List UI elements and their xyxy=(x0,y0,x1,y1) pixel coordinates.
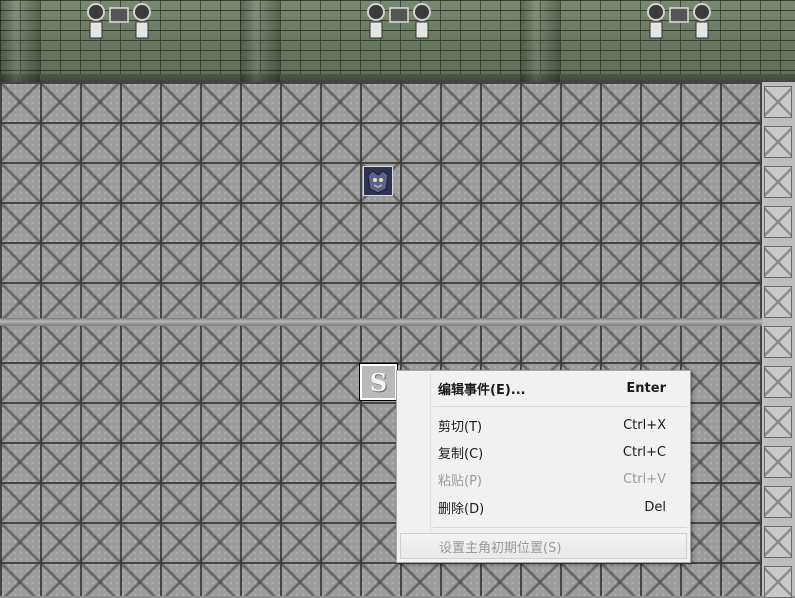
edge-tile xyxy=(764,206,792,238)
menu-item-label: 粘贴(P) xyxy=(438,473,482,489)
menu-item-shortcut: Ctrl+X xyxy=(623,417,666,433)
wall-pillar xyxy=(240,0,280,82)
player-start-marker[interactable]: S xyxy=(359,363,398,401)
menu-item-label: 剪切(T) xyxy=(438,419,483,435)
edge-tile xyxy=(764,246,792,278)
edge-tile xyxy=(764,566,792,598)
edge-tile xyxy=(764,166,792,198)
menu-item-paste: 粘贴(P) Ctrl+V xyxy=(400,467,687,491)
menu-item-label: 复制(C) xyxy=(438,446,484,462)
floor-seam xyxy=(0,318,762,326)
menu-separator xyxy=(433,406,687,407)
wall-lamp-icon xyxy=(364,2,434,42)
edge-tile xyxy=(764,286,792,318)
menu-item-shortcut: Enter xyxy=(626,380,666,396)
edge-tile xyxy=(764,446,792,478)
menu-item-label: 删除(D) xyxy=(438,501,485,517)
menu-separator xyxy=(433,527,687,528)
wall-lamp-icon xyxy=(84,2,154,42)
wall-lamp-icon xyxy=(644,2,714,42)
start-marker-label: S xyxy=(369,367,388,397)
edge-tile xyxy=(764,86,792,118)
menu-item-cut[interactable]: 剪切(T) Ctrl+X xyxy=(400,413,687,437)
context-menu: 编辑事件(E)... Enter 剪切(T) Ctrl+X 复制(C) Ctrl… xyxy=(396,370,691,563)
menu-item-delete[interactable]: 删除(D) Del xyxy=(400,495,687,519)
edge-tile xyxy=(764,126,792,158)
character-sprite-icon[interactable] xyxy=(363,166,393,196)
edge-tile xyxy=(764,366,792,398)
menu-item-label: 编辑事件(E)... xyxy=(438,382,526,398)
wall-pillar xyxy=(0,0,40,82)
menu-item-shortcut: Ctrl+C xyxy=(622,444,666,460)
edge-tile xyxy=(764,326,792,358)
menu-item-edit-event[interactable]: 编辑事件(E)... Enter xyxy=(400,376,687,400)
menu-item-set-player-start: 设置主角初期位置(S) xyxy=(400,533,687,559)
menu-item-shortcut: Ctrl+V xyxy=(623,471,666,487)
edge-tile xyxy=(764,406,792,438)
map-edge-column xyxy=(762,82,795,598)
menu-item-shortcut: Del xyxy=(644,499,666,515)
edge-tile xyxy=(764,486,792,518)
wall-pillar xyxy=(520,0,560,82)
edge-tile xyxy=(764,526,792,558)
menu-item-copy[interactable]: 复制(C) Ctrl+C xyxy=(400,440,687,464)
menu-item-label: 设置主角初期位置(S) xyxy=(439,540,562,556)
